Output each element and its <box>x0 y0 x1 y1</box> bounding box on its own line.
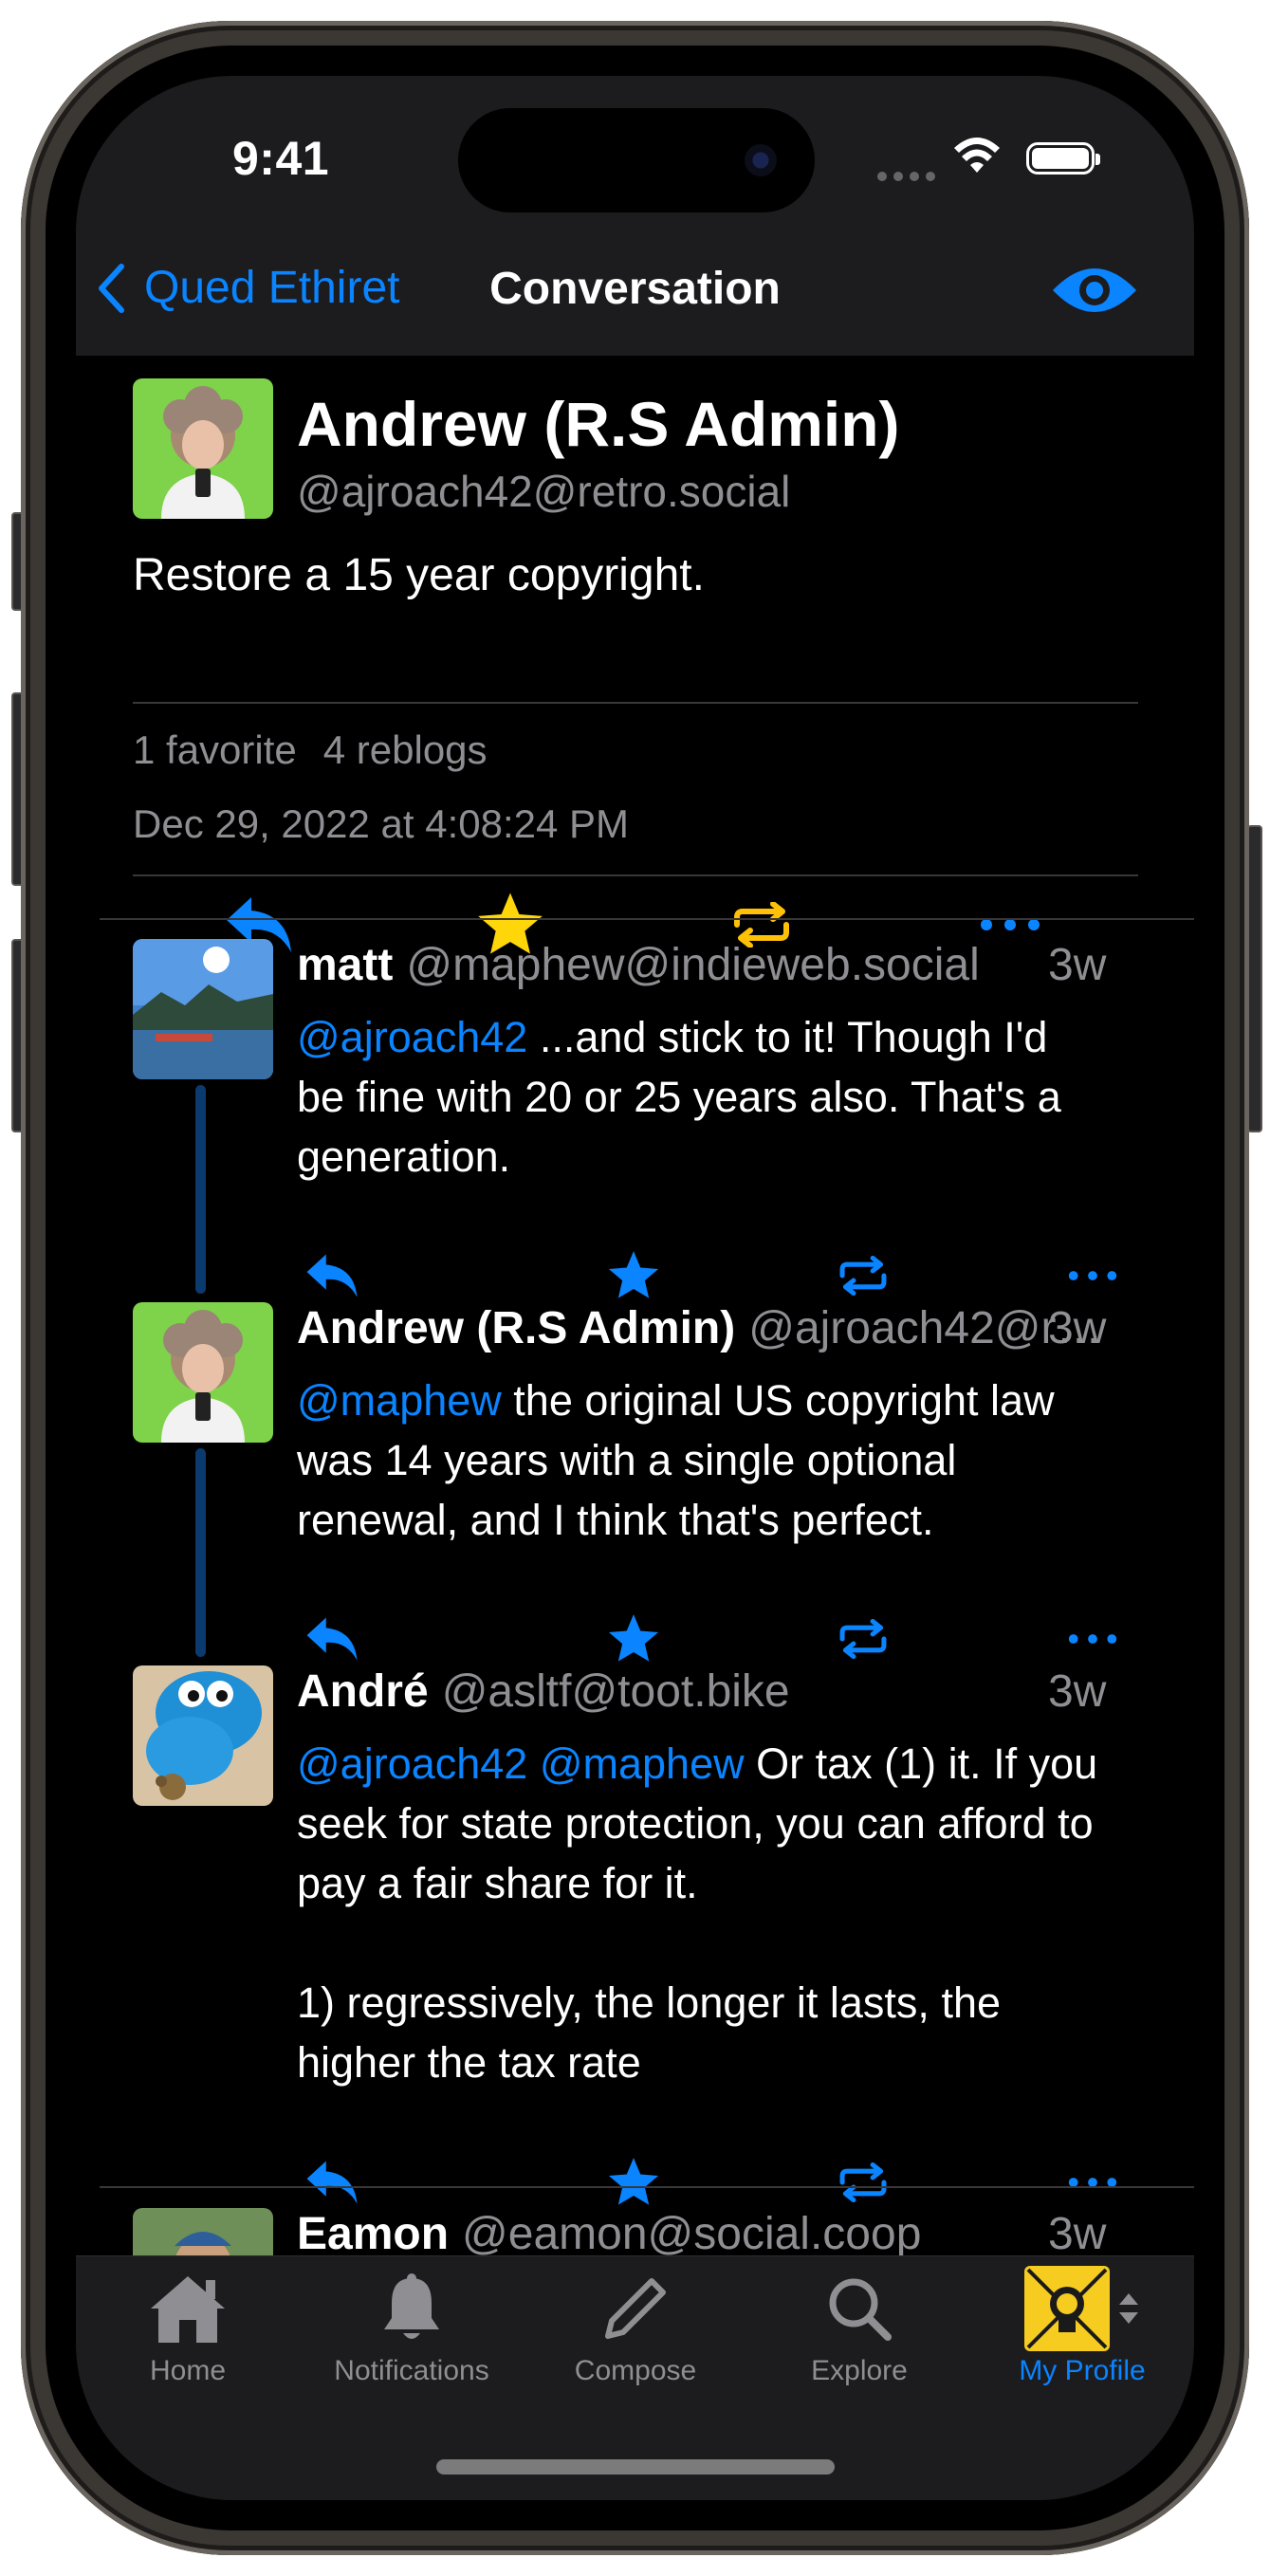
mention-link[interactable]: @maphew <box>297 1376 502 1425</box>
home-indicator[interactable] <box>436 2459 835 2475</box>
divider <box>133 702 1138 704</box>
more-button[interactable] <box>1055 2149 1131 2216</box>
reblog-count[interactable]: 4 reblogs <box>323 727 488 772</box>
author-name[interactable]: André <box>297 1665 429 1726</box>
eye-icon[interactable] <box>1051 262 1138 323</box>
divider <box>133 874 1138 876</box>
tab-label: Notifications <box>334 2355 489 2386</box>
author-name[interactable]: Andrew (R.S Admin) <box>297 1302 735 1363</box>
battery-icon <box>1026 142 1100 175</box>
reblog-button[interactable] <box>825 1606 901 1672</box>
relative-time: 3w <box>1048 2209 1107 2259</box>
bell-icon <box>384 2273 439 2339</box>
cellular-signal-icon <box>877 169 942 186</box>
camera-icon <box>745 144 777 176</box>
ellipsis-icon <box>1068 1634 1117 1644</box>
author-handle: @ajroach42@retro.social <box>297 467 791 516</box>
tab-label: Home <box>149 2355 227 2386</box>
wifi-icon <box>953 137 1001 179</box>
relative-time: 3w <box>1048 1666 1107 1717</box>
tab-label: Compose <box>574 2355 697 2386</box>
thread-line <box>195 1085 206 1294</box>
post-content: Restore a 15 year copyright. <box>133 550 705 600</box>
author-name[interactable]: Andrew (R.S Admin) <box>297 388 900 460</box>
reply-header: matt @maphew@indieweb.social <box>297 939 1113 1000</box>
author-handle: @asltf@toot.bike <box>441 1666 790 1717</box>
post-date: Dec 29, 2022 at 4:08:24 PM <box>133 801 630 846</box>
ellipsis-icon <box>1068 1271 1117 1280</box>
avatar[interactable] <box>133 378 273 519</box>
divider <box>100 2186 1194 2188</box>
tab-label: Explore <box>811 2355 908 2386</box>
thread-line <box>195 1448 206 1657</box>
reply-icon <box>306 2161 358 2204</box>
reply-header: André @asltf@toot.bike <box>297 1665 1113 1726</box>
favorite-button[interactable] <box>596 2149 672 2216</box>
reply-icon <box>306 1617 358 1661</box>
reply-button[interactable] <box>294 1242 370 1309</box>
reply-button[interactable] <box>294 2149 370 2216</box>
relative-time: 3w <box>1048 1303 1107 1353</box>
chevron-up-down-icon[interactable] <box>1117 2290 1140 2328</box>
relative-time: 3w <box>1048 940 1107 990</box>
magnifier-icon <box>829 2278 892 2341</box>
status-time: 9:41 <box>232 132 330 185</box>
favorite-button[interactable] <box>596 1242 672 1309</box>
profile-avatar <box>1024 2266 1110 2351</box>
reply-header: Andrew (R.S Admin) @ajroach42@retro.soci… <box>297 1302 1113 1363</box>
tab-home[interactable]: Home <box>76 2266 300 2387</box>
mention-link[interactable]: @ajroach42 <box>297 1013 527 1061</box>
dynamic-island <box>458 108 815 212</box>
post-content: @maphew the original US copyright law wa… <box>297 1371 1113 1550</box>
star-icon <box>608 1251 659 1298</box>
power-button <box>1247 825 1262 1132</box>
pencil-icon <box>605 2278 666 2339</box>
tab-my-profile[interactable]: My Profile <box>970 2266 1194 2387</box>
post-content: @ajroach42 @maphew Or tax (1) it. If you… <box>297 1734 1113 2092</box>
reblog-icon <box>839 1619 887 1659</box>
reply-icon <box>306 1254 358 1297</box>
avatar[interactable] <box>133 939 273 1079</box>
more-button[interactable] <box>1055 1242 1131 1309</box>
avatar[interactable] <box>133 1665 273 1806</box>
tab-notifications[interactable]: Notifications <box>300 2266 524 2387</box>
tab-explore[interactable]: Explore <box>747 2266 971 2387</box>
post-content: @ajroach42 ...and stick to it! Though I'… <box>297 1007 1070 1187</box>
tab-label: My Profile <box>1019 2355 1146 2386</box>
avatar[interactable] <box>133 1302 273 1443</box>
post-text: Or tax (1) it. If you seek for state pro… <box>297 1739 1098 2087</box>
tab-compose[interactable]: Compose <box>524 2266 747 2387</box>
reblog-icon <box>839 2162 887 2202</box>
mention-link[interactable]: @ajroach42 @maphew <box>297 1739 745 1788</box>
divider <box>100 918 1194 920</box>
star-icon <box>608 2158 659 2205</box>
reblog-icon <box>839 1256 887 1296</box>
favorite-button[interactable] <box>596 1606 672 1672</box>
screen: 9:41 Qued Ethiret Conversation Andrew (R… <box>76 76 1194 2500</box>
reply-button[interactable] <box>294 1606 370 1672</box>
more-button[interactable] <box>1055 1606 1131 1672</box>
author-name[interactable]: matt <box>297 939 393 1000</box>
ellipsis-icon <box>981 919 1040 930</box>
page-title: Conversation <box>489 264 781 314</box>
reblog-button[interactable] <box>825 1242 901 1309</box>
author-handle: @maphew@indieweb.social <box>406 940 980 990</box>
house-icon <box>151 2276 225 2343</box>
favorite-count[interactable]: 1 favorite <box>133 727 297 772</box>
reblog-button[interactable] <box>825 2149 901 2216</box>
star-icon <box>608 1614 659 1662</box>
post-stats: 1 favorite 4 reblogs <box>133 727 488 773</box>
